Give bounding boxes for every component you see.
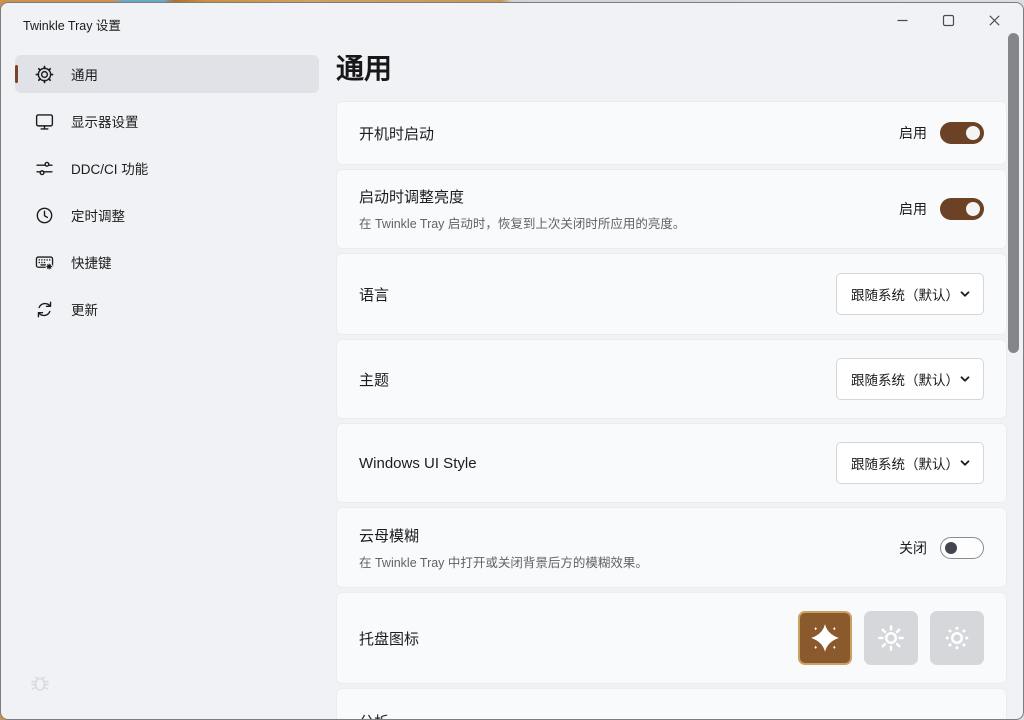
maximize-icon: [942, 14, 955, 27]
sidebar: 通用 显示器设置 DDC/CI 功能: [15, 55, 319, 337]
row-label: 语言: [359, 284, 389, 305]
sidebar-item-hotkeys[interactable]: 快捷键: [15, 243, 319, 281]
sidebar-item-label: 显示器设置: [71, 111, 139, 131]
sidebar-item-label: 通用: [71, 64, 98, 84]
toggle-knob: [966, 202, 980, 216]
tray-icon-option-sun-dim[interactable]: [930, 611, 984, 665]
row-description: 在 Twinkle Tray 启动时，恢复到上次关闭时所应用的亮度。: [359, 213, 685, 232]
sun-dim-icon: [941, 622, 973, 654]
row-label: 分析: [359, 711, 389, 720]
sidebar-item-time-adjust[interactable]: 定时调整: [15, 196, 319, 234]
chevron-down-icon: [959, 373, 971, 385]
scrollbar-thumb[interactable]: [1008, 33, 1019, 353]
sun-icon: [875, 622, 907, 654]
minimize-button[interactable]: [879, 4, 925, 37]
sidebar-item-label: 快捷键: [71, 252, 112, 272]
sidebar-item-monitor-settings[interactable]: 显示器设置: [15, 102, 319, 140]
row-theme: 主题 跟随系统（默认）: [336, 339, 1007, 419]
dropdown-value: 跟随系统（默认）: [851, 284, 959, 304]
row-label: Windows UI Style: [359, 455, 477, 472]
chevron-down-icon: [959, 288, 971, 300]
chevron-down-icon: [959, 457, 971, 469]
keyboard-gear-icon: [34, 252, 55, 273]
minimize-icon: [896, 14, 909, 27]
sidebar-item-label: DDC/CI 功能: [71, 158, 148, 178]
row-text: 云母模糊 在 Twinkle Tray 中打开或关闭背景后方的模糊效果。: [359, 525, 648, 571]
startup-toggle[interactable]: [940, 122, 984, 144]
mica-blur-toggle-group: 关闭: [899, 537, 984, 559]
settings-window: Twinkle Tray 设置 通用: [0, 2, 1024, 720]
close-icon: [988, 14, 1001, 27]
toggle-state-label: 启用: [899, 123, 927, 143]
window-controls: [879, 4, 1017, 37]
windows-ui-style-dropdown[interactable]: 跟随系统（默认）: [836, 442, 984, 484]
faint-bug-icon: [27, 670, 53, 701]
toggle-state-label: 启用: [899, 199, 927, 219]
sliders-icon: [34, 158, 55, 179]
toggle-knob: [945, 542, 957, 554]
row-analytics: 分析: [336, 688, 1007, 720]
row-windows-ui-style: Windows UI Style 跟随系统（默认）: [336, 423, 1007, 503]
page-title: 通用: [336, 49, 1007, 89]
window-title: Twinkle Tray 设置: [23, 15, 121, 34]
toggle-knob: [966, 126, 980, 140]
monitor-icon: [34, 111, 55, 132]
gear-icon: [34, 64, 55, 85]
tray-icon-option-twinkle[interactable]: [798, 611, 852, 665]
row-label: 开机时启动: [359, 123, 434, 144]
language-dropdown[interactable]: 跟随系统（默认）: [836, 273, 984, 315]
toggle-state-label: 关闭: [899, 538, 927, 558]
close-button[interactable]: [971, 4, 1017, 37]
restore-brightness-toggle-group: 启用: [899, 198, 984, 220]
sidebar-item-label: 定时调整: [71, 205, 125, 225]
tray-icon-option-sun[interactable]: [864, 611, 918, 665]
row-tray-icon: 托盘图标: [336, 592, 1007, 684]
sidebar-item-ddcci[interactable]: DDC/CI 功能: [15, 149, 319, 187]
main-content: 通用 开机时启动 启用 启动时调整亮度 在 Twinkle Tray 启动时，恢…: [336, 49, 1007, 720]
sidebar-item-label: 更新: [71, 299, 98, 319]
sidebar-item-updates[interactable]: 更新: [15, 290, 319, 328]
row-mica-blur: 云母模糊 在 Twinkle Tray 中打开或关闭背景后方的模糊效果。 关闭: [336, 507, 1007, 588]
restore-brightness-toggle[interactable]: [940, 198, 984, 220]
row-language: 语言 跟随系统（默认）: [336, 253, 1007, 335]
row-restore-brightness: 启动时调整亮度 在 Twinkle Tray 启动时，恢复到上次关闭时所应用的亮…: [336, 169, 1007, 249]
titlebar: Twinkle Tray 设置: [1, 3, 1023, 39]
twinkle-star-icon: [809, 622, 841, 654]
row-description: 在 Twinkle Tray 中打开或关闭背景后方的模糊效果。: [359, 552, 648, 571]
mica-blur-toggle[interactable]: [940, 537, 984, 559]
row-label: 启动时调整亮度: [359, 186, 685, 207]
clock-icon: [34, 205, 55, 226]
row-text: 启动时调整亮度 在 Twinkle Tray 启动时，恢复到上次关闭时所应用的亮…: [359, 186, 685, 232]
tray-icon-options: [798, 611, 984, 665]
row-label: 云母模糊: [359, 525, 648, 546]
row-label: 主题: [359, 369, 389, 390]
selected-accent-bar: [15, 65, 18, 83]
dropdown-value: 跟随系统（默认）: [851, 369, 959, 389]
refresh-icon: [34, 299, 55, 320]
row-startup: 开机时启动 启用: [336, 101, 1007, 165]
startup-toggle-group: 启用: [899, 122, 984, 144]
theme-dropdown[interactable]: 跟随系统（默认）: [836, 358, 984, 400]
settings-rows: 开机时启动 启用 启动时调整亮度 在 Twinkle Tray 启动时，恢复到上…: [336, 101, 1007, 720]
dropdown-value: 跟随系统（默认）: [851, 453, 959, 473]
sidebar-item-general[interactable]: 通用: [15, 55, 319, 93]
maximize-button[interactable]: [925, 4, 971, 37]
row-label: 托盘图标: [359, 628, 419, 649]
